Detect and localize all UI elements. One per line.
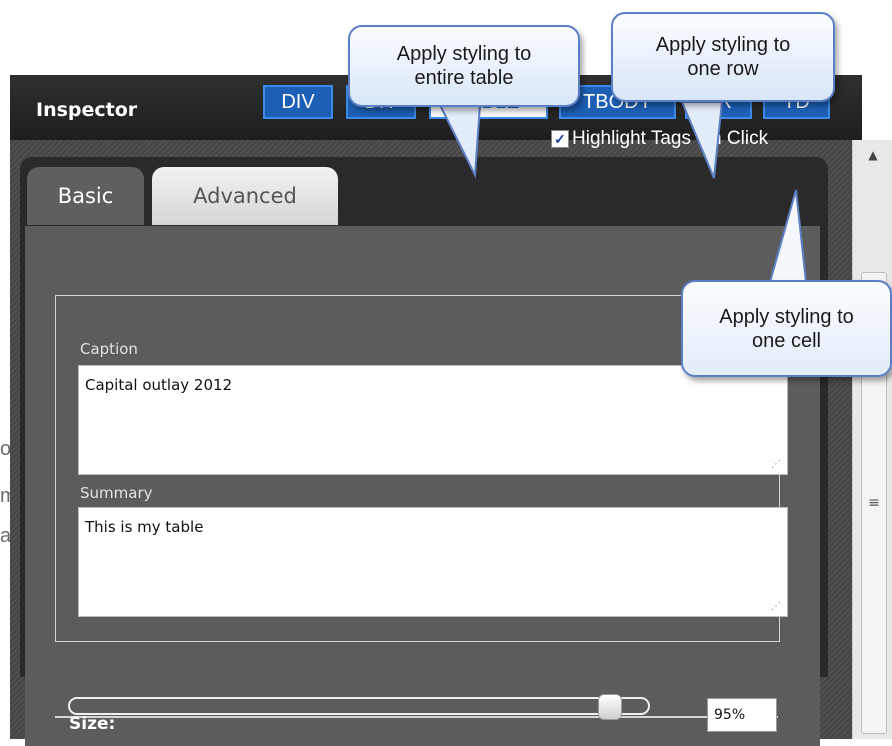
scroll-up-icon[interactable]: ▲ [853, 140, 892, 170]
caption-label: Caption [80, 340, 138, 358]
checkbox-icon[interactable]: ✓ [551, 130, 569, 148]
callout-one-row-text: Apply styling to one row [655, 34, 791, 80]
size-slider-knob[interactable] [598, 694, 623, 720]
size-label: Size: [69, 714, 116, 734]
vertical-scrollbar[interactable]: ▲ ≡ [852, 140, 892, 739]
highlight-tags-label: Highlight Tags On Click [572, 128, 769, 149]
inspector-title: Inspector [36, 99, 138, 121]
size-input[interactable]: 95% [707, 698, 777, 732]
caption-value: Capital outlay 2012 [85, 376, 233, 394]
tag-div-1[interactable]: DIV [263, 85, 333, 119]
callout-one-row: Apply styling to one row [611, 12, 835, 102]
tab-advanced[interactable]: Advanced [152, 167, 338, 225]
callout-one-cell-text: Apply styling to one cell [719, 305, 854, 352]
callout-one-cell: Apply styling to one cell [681, 280, 892, 377]
summary-label: Summary [80, 484, 153, 502]
caption-field[interactable]: Capital outlay 2012 ⋰ [78, 365, 788, 475]
size-slider[interactable] [68, 694, 650, 720]
callout-entire-table-text: Apply styling to entire table [396, 43, 532, 89]
callout-entire-table: Apply styling to entire table [348, 25, 580, 107]
summary-field[interactable]: This is my table ⋰ [78, 507, 788, 617]
resize-grip-icon[interactable]: ⋰ [771, 460, 781, 470]
resize-grip-icon[interactable]: ⋰ [771, 602, 781, 612]
summary-value: This is my table [85, 518, 204, 536]
highlight-tags-option[interactable]: ✓ Highlight Tags On Click [551, 128, 768, 150]
section-divider [55, 716, 778, 718]
scroll-thumb-grip-icon: ≡ [868, 495, 880, 511]
tab-basic[interactable]: Basic [27, 167, 144, 225]
